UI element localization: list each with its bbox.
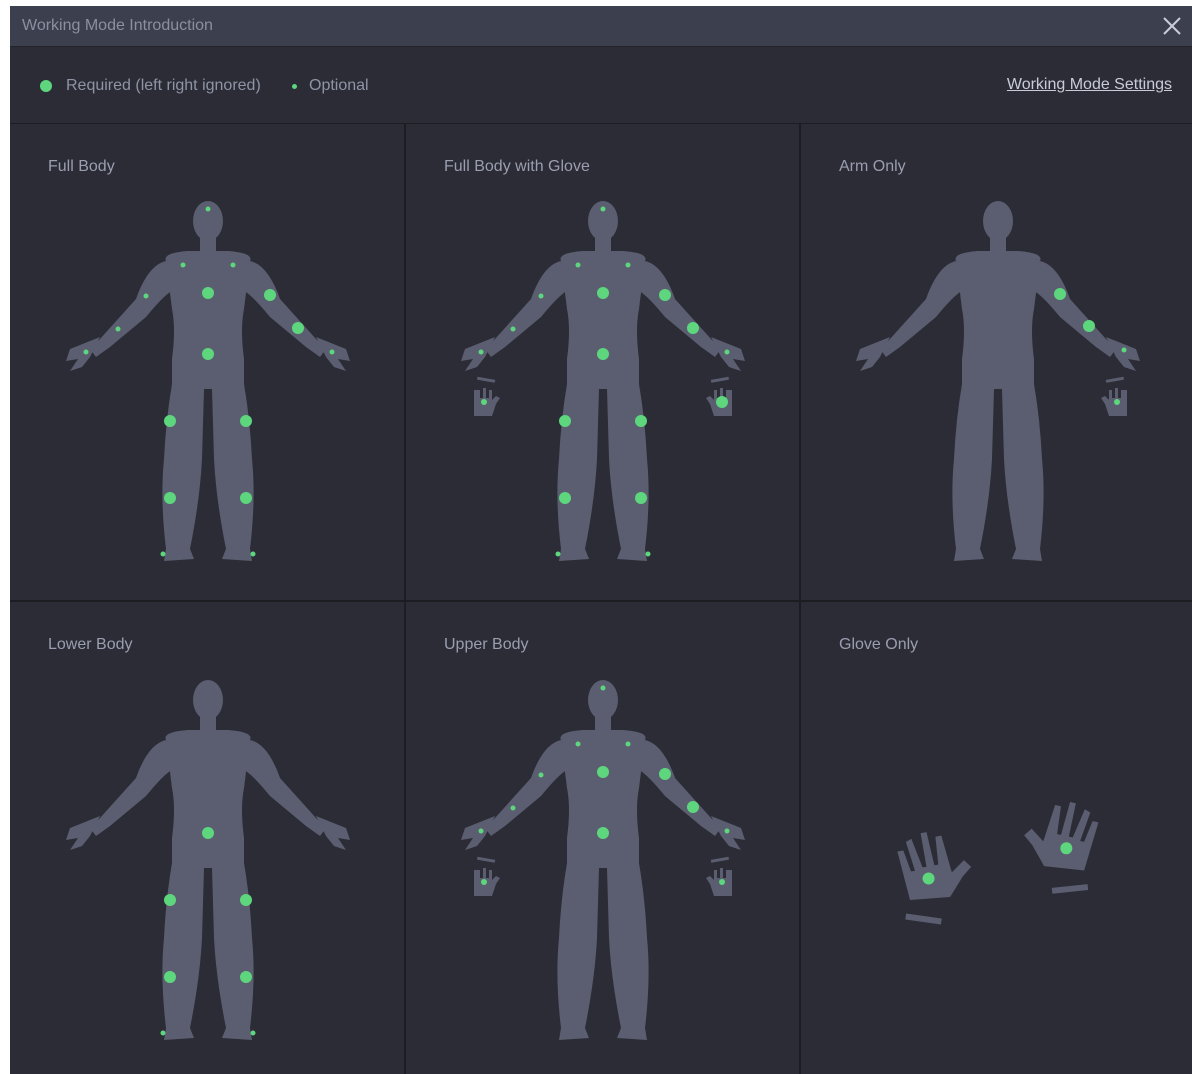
mode-panel-full-body-with-glove[interactable]: Full Body with Glove (406, 124, 799, 600)
legend-optional-label: Optional (309, 77, 369, 94)
legend-required-label: Required (left right ignored) (66, 77, 261, 94)
grid-divider (799, 124, 801, 1074)
body-figure-lower-body (66, 680, 350, 1040)
legend-optional: Optional (292, 77, 369, 95)
mode-panel-lower-body[interactable]: Lower Body (10, 602, 404, 1074)
body-figure-full-body (66, 201, 350, 561)
mode-panel-glove-only[interactable]: Glove Only (801, 602, 1192, 1074)
required-sensor-icon (40, 80, 52, 92)
glove-figure-glove-only (894, 794, 1102, 925)
body-figure-arm-only (856, 201, 1140, 561)
grid-divider (10, 600, 1192, 602)
body-figure-full-body-with-glove (461, 201, 745, 561)
legend-bar: Required (left right ignored) Optional W… (10, 47, 1192, 125)
mode-grid: Full Body Full Body with Glove Arm Only (10, 124, 1192, 1074)
optional-sensor-icon (292, 83, 297, 89)
mode-panel-full-body[interactable]: Full Body (10, 124, 404, 600)
title-bar: Working Mode Introduction (10, 6, 1192, 47)
grid-divider (404, 124, 406, 1074)
body-figure-upper-body (461, 680, 745, 1040)
window-title: Working Mode Introduction (22, 17, 213, 34)
working-mode-dialog: Working Mode Introduction Required (left… (10, 6, 1192, 1074)
mode-panel-arm-only[interactable]: Arm Only (801, 124, 1192, 600)
close-icon[interactable] (1158, 12, 1186, 40)
mode-panel-upper-body[interactable]: Upper Body (406, 602, 799, 1074)
legend-required: Required (left right ignored) (40, 77, 261, 95)
working-mode-settings-link[interactable]: Working Mode Settings (1007, 76, 1172, 94)
